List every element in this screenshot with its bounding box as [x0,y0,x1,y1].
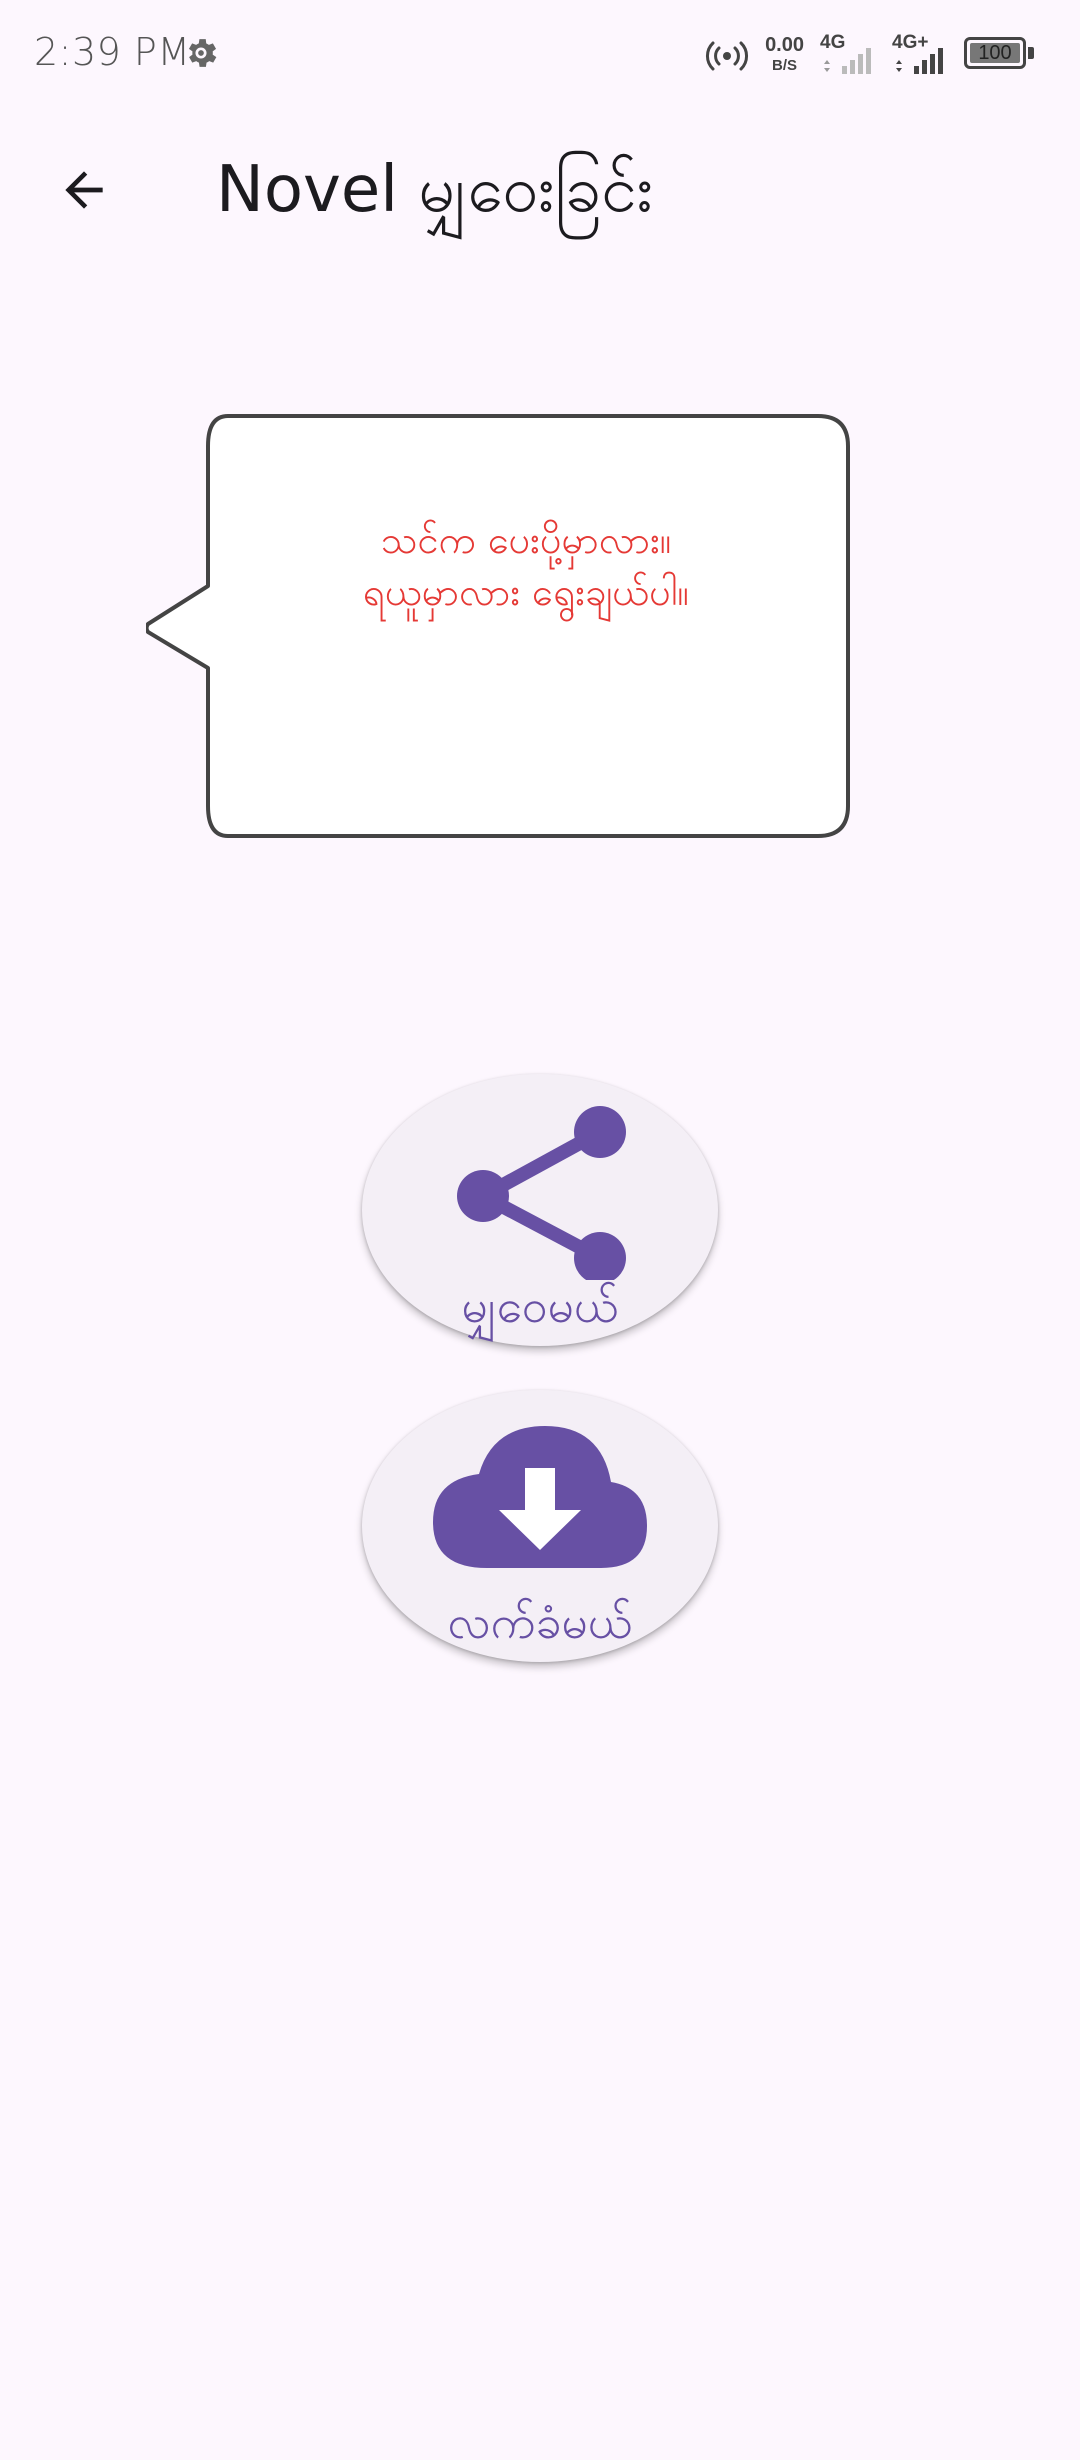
page-title: Novel မျှဝေးခြင်း [216,153,654,227]
share-button[interactable]: မျှဝေမယ် [362,1074,718,1346]
arrow-left-icon [65,171,103,209]
net-speed-unit: B/S [772,57,798,74]
download-button[interactable]: လက်ခံမယ် [362,1390,718,1662]
share-label: မျှဝေမယ် [461,1279,619,1333]
download-label: လက်ခံမယ် [447,1595,633,1649]
battery-level: 100 [970,42,1020,64]
back-button[interactable] [44,150,124,230]
status-time: 2:39 PM [34,30,191,74]
signal-icon-sim1: 4G [820,32,876,76]
net-speed-value: 0.00 [765,34,804,56]
bubble-line-2: ရယူမှာလား ရွေးချယ်ပါ။ [363,570,689,614]
gear-icon [188,39,217,67]
status-bar: 2:39 PM 0.00 B/S 4G 4G+ 100 [0,0,1080,110]
cloud-download-icon [433,1426,647,1568]
status-indicators: 0.00 B/S 4G 4G+ 100 [705,28,1034,80]
speech-bubble: သင်က ပေးပို့မှာလား။ ရယူမှာလား ရွေးချယ်ပါ… [146,414,860,838]
bubble-line-1: သင်က ပေးပို့မှာလား။ [380,518,672,562]
bubble-message: သင်က ပေးပို့မှာလား။ ရယူမှာလား ရွေးချယ်ပါ… [206,514,846,618]
hotspot-icon [706,41,749,71]
battery-icon: 100 [964,37,1034,71]
app-bar: Novel မျှဝေးခြင်း [0,120,1080,260]
signal-icon-sim2: 4G+ [892,32,948,76]
network-speed: 0.00 B/S [765,35,804,73]
share-icon [457,1106,626,1280]
